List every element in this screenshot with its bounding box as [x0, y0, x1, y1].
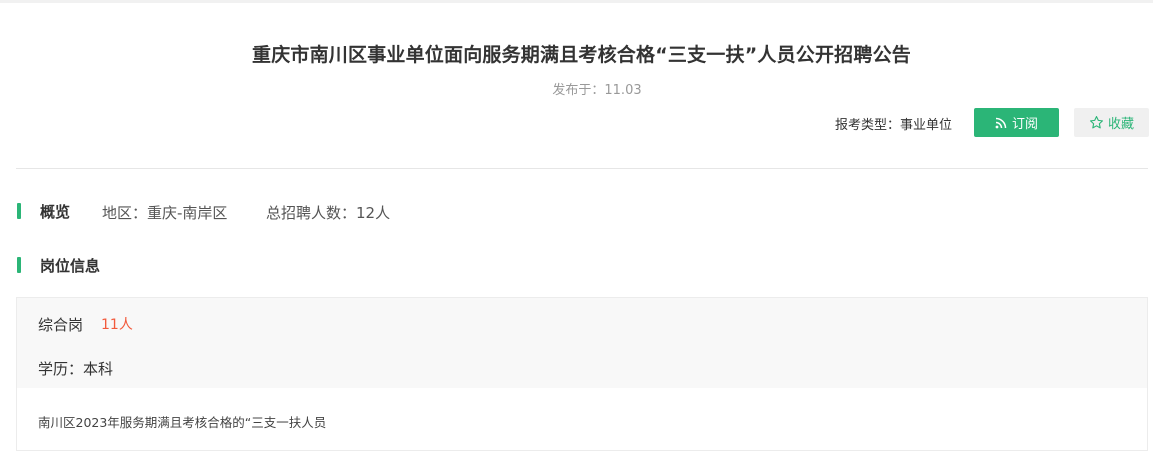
collect-button[interactable]: 收藏	[1074, 108, 1149, 137]
position-card-header: 综合岗 11人 学历：本科	[17, 298, 1147, 388]
position-description: 南川区2023年服务期满且考核合格的“三支一扶人员	[38, 415, 327, 430]
action-row: 报考类型：事业单位 订阅 收藏	[0, 108, 1153, 137]
star-icon	[1089, 116, 1103, 129]
publish-date: 发布于：11.03	[552, 83, 642, 98]
subscribe-label: 订阅	[1011, 117, 1038, 132]
top-border	[0, 0, 1153, 3]
collect-label: 收藏	[1107, 117, 1134, 132]
header-divider	[16, 168, 1148, 169]
exam-type-label: 报考类型：事业单位	[835, 118, 953, 133]
rss-icon	[995, 117, 1007, 128]
overview-region: 地区：重庆-南岸区	[102, 204, 228, 222]
overview-marker	[17, 203, 21, 219]
overview-title: 概览	[40, 203, 71, 221]
positions-marker	[17, 257, 21, 273]
position-count: 11人	[101, 317, 133, 333]
position-education: 学历：本科	[38, 360, 114, 378]
overview-total: 总招聘人数：12人	[266, 204, 391, 222]
position-card: 综合岗 11人 学历：本科 南川区2023年服务期满且考核合格的“三支一扶人员	[16, 297, 1148, 451]
position-name: 综合岗	[38, 316, 84, 334]
subscribe-button[interactable]: 订阅	[974, 108, 1059, 137]
positions-title: 岗位信息	[40, 257, 101, 275]
page-title: 重庆市南川区事业单位面向服务期满且考核合格“三支一扶”人员公开招聘公告	[252, 44, 911, 66]
